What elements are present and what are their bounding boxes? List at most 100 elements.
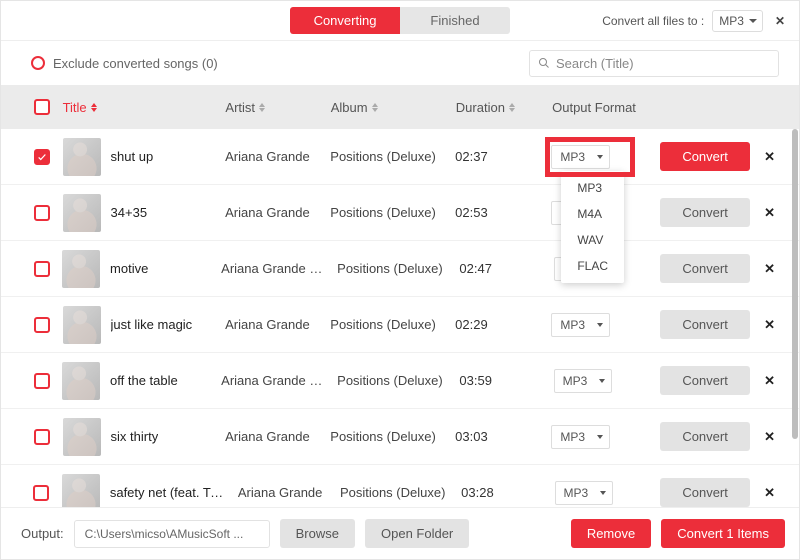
convert-button[interactable]: Convert — [660, 198, 750, 227]
sort-icon — [372, 103, 378, 112]
track-duration: 02:47 — [459, 261, 492, 276]
table-row: motive Ariana Grande & ... Positions (De… — [1, 241, 799, 297]
convert-items-button[interactable]: Convert 1 Items — [661, 519, 785, 548]
row-checkbox[interactable] — [34, 317, 50, 333]
exclude-converted-toggle[interactable]: Exclude converted songs (0) — [31, 56, 218, 71]
column-duration-label: Duration — [456, 100, 505, 115]
search-placeholder: Search (Title) — [556, 56, 634, 71]
chevron-down-icon — [597, 323, 603, 327]
output-path-field[interactable]: C:\Users\micso\AMusicSoft ... — [74, 520, 270, 548]
format-option[interactable]: FLAC — [561, 253, 624, 279]
table-body: shut up Ariana Grande Positions (Deluxe)… — [1, 129, 799, 507]
album-thumbnail — [62, 250, 100, 288]
remove-row-icon[interactable]: ✕ — [760, 425, 779, 448]
close-icon[interactable]: ✕ — [771, 10, 789, 32]
column-duration[interactable]: Duration — [456, 100, 542, 115]
chevron-down-icon — [599, 379, 605, 383]
sort-icon — [91, 103, 97, 112]
album-thumbnail — [63, 418, 101, 456]
table-row: six thirty Ariana Grande Positions (Delu… — [1, 409, 799, 465]
output-format-select[interactable]: MP3 — [551, 145, 610, 169]
track-album: Positions (Deluxe) — [337, 373, 443, 388]
track-album: Positions (Deluxe) — [330, 429, 436, 444]
remove-row-icon[interactable]: ✕ — [760, 145, 779, 168]
output-format-select[interactable]: MP3 — [555, 481, 614, 505]
column-output-format: Output Format — [552, 100, 651, 115]
open-folder-button[interactable]: Open Folder — [365, 519, 469, 548]
track-duration: 02:53 — [455, 205, 488, 220]
album-thumbnail — [63, 138, 101, 176]
output-format-select[interactable]: MP3 — [551, 313, 610, 337]
convert-button[interactable]: Convert — [660, 478, 750, 507]
convert-button[interactable]: Convert — [660, 422, 750, 451]
format-option[interactable]: MP3 — [561, 175, 624, 201]
output-format-select[interactable]: MP3 — [554, 369, 613, 393]
output-format-select[interactable]: MP3 — [551, 425, 610, 449]
track-artist: Ariana Grande — [238, 485, 323, 500]
tab-converting[interactable]: Converting — [290, 7, 400, 34]
row-checkbox[interactable] — [34, 149, 50, 165]
format-option[interactable]: M4A — [561, 201, 624, 227]
remove-row-icon[interactable]: ✕ — [760, 201, 779, 224]
track-album: Positions (Deluxe) — [330, 149, 436, 164]
format-option[interactable]: WAV — [561, 227, 624, 253]
table-row: off the table Ariana Grande & ... Positi… — [1, 353, 799, 409]
format-dropdown-panel: MP3M4AWAVFLAC — [561, 171, 624, 283]
track-duration: 03:03 — [455, 429, 488, 444]
row-checkbox[interactable] — [34, 429, 50, 445]
remove-row-icon[interactable]: ✕ — [760, 257, 779, 280]
album-thumbnail — [63, 194, 101, 232]
sub-bar: Exclude converted songs (0) Search (Titl… — [1, 41, 799, 85]
browse-button[interactable]: Browse — [280, 519, 355, 548]
app-window: Converting Finished Convert all files to… — [0, 0, 800, 560]
tab-finished[interactable]: Finished — [400, 7, 510, 34]
convert-button[interactable]: Convert — [660, 142, 750, 171]
column-title-label: Title — [63, 100, 87, 115]
column-album[interactable]: Album — [331, 100, 446, 115]
track-duration: 02:37 — [455, 149, 488, 164]
convert-button[interactable]: Convert — [660, 366, 750, 395]
search-input[interactable]: Search (Title) — [529, 50, 779, 77]
row-checkbox[interactable] — [34, 205, 50, 221]
remove-row-icon[interactable]: ✕ — [760, 313, 779, 336]
remove-row-icon[interactable]: ✕ — [760, 369, 779, 392]
row-checkbox[interactable] — [34, 261, 50, 277]
convert-button[interactable]: Convert — [660, 254, 750, 283]
column-album-label: Album — [331, 100, 368, 115]
sort-icon — [259, 103, 265, 112]
radio-icon — [31, 56, 45, 70]
track-album: Positions (Deluxe) — [330, 205, 436, 220]
row-checkbox[interactable] — [34, 373, 50, 389]
chevron-down-icon — [749, 19, 757, 23]
output-label: Output: — [21, 526, 64, 541]
output-format-value: MP3 — [560, 430, 585, 444]
remove-button[interactable]: Remove — [571, 519, 651, 548]
output-format-value: MP3 — [564, 486, 589, 500]
table-row: just like magic Ariana Grande Positions … — [1, 297, 799, 353]
remove-row-icon[interactable]: ✕ — [760, 481, 779, 504]
track-title: off the table — [110, 373, 178, 388]
convert-all-label: Convert all files to : — [602, 14, 704, 28]
column-artist[interactable]: Artist — [225, 100, 320, 115]
track-album: Positions (Deluxe) — [340, 485, 446, 500]
album-thumbnail — [63, 306, 101, 344]
table-header: Title Artist Album Duration Output Forma… — [1, 85, 799, 129]
track-title: motive — [110, 261, 148, 276]
table-row: shut up Ariana Grande Positions (Deluxe)… — [1, 129, 799, 185]
track-title: shut up — [111, 149, 154, 164]
convert-button[interactable]: Convert — [660, 310, 750, 339]
select-all-checkbox[interactable] — [34, 99, 50, 115]
convert-all-value: MP3 — [719, 14, 744, 28]
chevron-down-icon — [597, 155, 603, 159]
chevron-down-icon — [597, 435, 603, 439]
row-checkbox[interactable] — [33, 485, 49, 501]
output-format-value: MP3 — [560, 318, 585, 332]
column-title[interactable]: Title — [63, 100, 216, 115]
convert-all-select[interactable]: MP3 — [712, 10, 763, 32]
album-thumbnail — [62, 474, 100, 508]
track-title: just like magic — [111, 317, 193, 332]
tabs-segmented: Converting Finished — [290, 7, 510, 34]
track-artist: Ariana Grande & ... — [221, 373, 327, 388]
track-artist: Ariana Grande — [225, 429, 310, 444]
scrollbar[interactable] — [792, 129, 798, 439]
